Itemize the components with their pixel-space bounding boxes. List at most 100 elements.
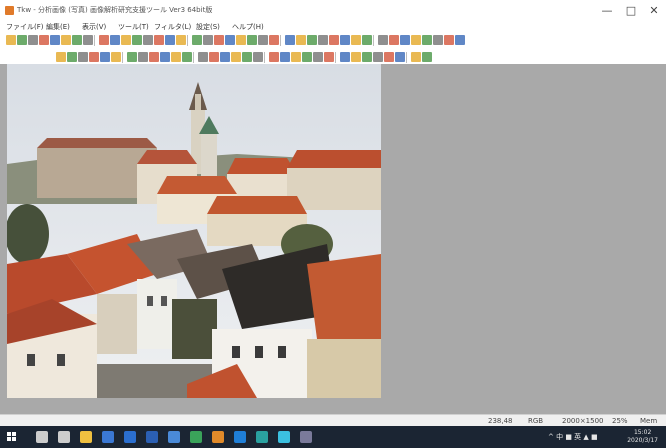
toolbar-tool-icon[interactable] xyxy=(121,35,131,45)
word-icon[interactable] xyxy=(146,431,158,443)
toolbar-tool-icon[interactable] xyxy=(50,35,60,45)
toolbar-tool-icon[interactable] xyxy=(395,52,405,62)
toolbar-tool-icon[interactable] xyxy=(56,52,66,62)
system-tray[interactable]: ^ 中 ■ 英 ▲ ■ xyxy=(548,432,598,442)
toolbar-tool-icon[interactable] xyxy=(132,35,142,45)
toolbar-tool-icon[interactable] xyxy=(28,35,38,45)
toolbar-tool-icon[interactable] xyxy=(165,35,175,45)
minimize-button[interactable]: — xyxy=(596,3,618,19)
toolbar-tool-icon[interactable] xyxy=(324,52,334,62)
photos-icon[interactable] xyxy=(168,431,180,443)
toolbar-tool-icon[interactable] xyxy=(231,52,241,62)
toolbar-tool-icon[interactable] xyxy=(247,35,257,45)
toolbar-tool-icon[interactable] xyxy=(149,52,159,62)
mail-icon[interactable] xyxy=(124,431,136,443)
toolbar-tool-icon[interactable] xyxy=(285,35,295,45)
task-view-icon[interactable] xyxy=(58,431,70,443)
app-blue-icon[interactable] xyxy=(234,431,246,443)
menu-edit[interactable]: 編集(E) xyxy=(46,22,70,32)
toolbar-tool-icon[interactable] xyxy=(214,35,224,45)
toolbar-tool-icon[interactable] xyxy=(89,52,99,62)
toolbar-tool-icon[interactable] xyxy=(351,35,361,45)
menu-file[interactable]: ファイル(F) xyxy=(6,22,44,32)
app-green-icon[interactable] xyxy=(190,431,202,443)
toolbar-tool-icon[interactable] xyxy=(296,35,306,45)
image-workspace[interactable] xyxy=(0,64,666,414)
toolbar-tool-icon[interactable] xyxy=(302,52,312,62)
toolbar-tool-icon[interactable] xyxy=(269,52,279,62)
toolbar-tool-icon[interactable] xyxy=(110,35,120,45)
toolbar-tool-icon[interactable] xyxy=(258,35,268,45)
toolbar-tool-icon[interactable] xyxy=(400,35,410,45)
app-orange-icon[interactable] xyxy=(212,431,224,443)
toolbar-tool-icon[interactable] xyxy=(242,52,252,62)
search-icon[interactable] xyxy=(36,431,48,443)
windows-start-icon[interactable] xyxy=(7,432,17,442)
toolbar-tool-icon[interactable] xyxy=(351,52,361,62)
menu-view[interactable]: 表示(V) xyxy=(82,22,106,32)
toolbar-tool-icon[interactable] xyxy=(411,35,421,45)
app-cyan-icon[interactable] xyxy=(278,431,290,443)
store-icon[interactable] xyxy=(102,431,114,443)
toolbar-tool-icon[interactable] xyxy=(127,52,137,62)
toolbar-tool-icon[interactable] xyxy=(192,35,202,45)
toolbar-tool-icon[interactable] xyxy=(171,52,181,62)
toolbar-tool-icon[interactable] xyxy=(220,52,230,62)
toolbar-tool-icon[interactable] xyxy=(6,35,16,45)
toolbar-tool-icon[interactable] xyxy=(99,35,109,45)
toolbar-tool-icon[interactable] xyxy=(389,35,399,45)
toolbar-tool-icon[interactable] xyxy=(100,52,110,62)
toolbar-tool-icon[interactable] xyxy=(444,35,454,45)
toolbar-tool-icon[interactable] xyxy=(138,52,148,62)
toolbar-tool-icon[interactable] xyxy=(236,35,246,45)
toolbar-tool-icon[interactable] xyxy=(313,52,323,62)
toolbar-tool-icon[interactable] xyxy=(340,52,350,62)
toolbar-tool-icon[interactable] xyxy=(198,52,208,62)
toolbar-tool-icon[interactable] xyxy=(340,35,350,45)
toolbar-tool-icon[interactable] xyxy=(384,52,394,62)
maximize-button[interactable]: □ xyxy=(620,3,642,19)
toolbar-tool-icon[interactable] xyxy=(176,35,186,45)
toolbar-tool-icon[interactable] xyxy=(422,35,432,45)
menu-tools[interactable]: ツール(T) xyxy=(118,22,149,32)
toolbar-tool-icon[interactable] xyxy=(362,52,372,62)
toolbar-tool-icon[interactable] xyxy=(39,35,49,45)
toolbar-tool-icon[interactable] xyxy=(253,52,263,62)
menu-help[interactable]: ヘルプ(H) xyxy=(232,22,264,32)
menu-filter[interactable]: フィルタ(L) xyxy=(154,22,191,32)
toolbar-tool-icon[interactable] xyxy=(269,35,279,45)
explorer-icon[interactable] xyxy=(80,431,92,443)
toolbar-tool-icon[interactable] xyxy=(280,52,290,62)
toolbar-tool-icon[interactable] xyxy=(329,35,339,45)
toolbar-tool-icon[interactable] xyxy=(422,52,432,62)
toolbar-tool-icon[interactable] xyxy=(433,35,443,45)
town-photo[interactable] xyxy=(7,64,381,398)
toolbar-tool-icon[interactable] xyxy=(318,35,328,45)
toolbar-tool-icon[interactable] xyxy=(67,52,77,62)
toolbar-tool-icon[interactable] xyxy=(78,52,88,62)
toolbar-tool-icon[interactable] xyxy=(154,35,164,45)
toolbar-tool-icon[interactable] xyxy=(291,52,301,62)
toolbar-tool-icon[interactable] xyxy=(83,35,93,45)
toolbar-tool-icon[interactable] xyxy=(225,35,235,45)
toolbar-tool-icon[interactable] xyxy=(411,52,421,62)
toolbar-tool-icon[interactable] xyxy=(373,52,383,62)
toolbar-tool-icon[interactable] xyxy=(203,35,213,45)
toolbar-tool-icon[interactable] xyxy=(455,35,465,45)
toolbar-tool-icon[interactable] xyxy=(378,35,388,45)
toolbar-tool-icon[interactable] xyxy=(160,52,170,62)
toolbar-tool-icon[interactable] xyxy=(362,35,372,45)
app-settings-icon[interactable] xyxy=(300,431,312,443)
toolbar-tool-icon[interactable] xyxy=(17,35,27,45)
app-teal-icon[interactable] xyxy=(256,431,268,443)
toolbar-tool-icon[interactable] xyxy=(61,35,71,45)
toolbar-tool-icon[interactable] xyxy=(111,52,121,62)
toolbar-tool-icon[interactable] xyxy=(307,35,317,45)
toolbar-tool-icon[interactable] xyxy=(182,52,192,62)
clock[interactable]: 15:02 2020/3/17 xyxy=(627,429,658,445)
toolbar-tool-icon[interactable] xyxy=(72,35,82,45)
toolbar-tool-icon[interactable] xyxy=(143,35,153,45)
toolbar-tool-icon[interactable] xyxy=(209,52,219,62)
close-button[interactable]: ✕ xyxy=(643,3,665,19)
menu-settings[interactable]: 設定(S) xyxy=(196,22,220,32)
